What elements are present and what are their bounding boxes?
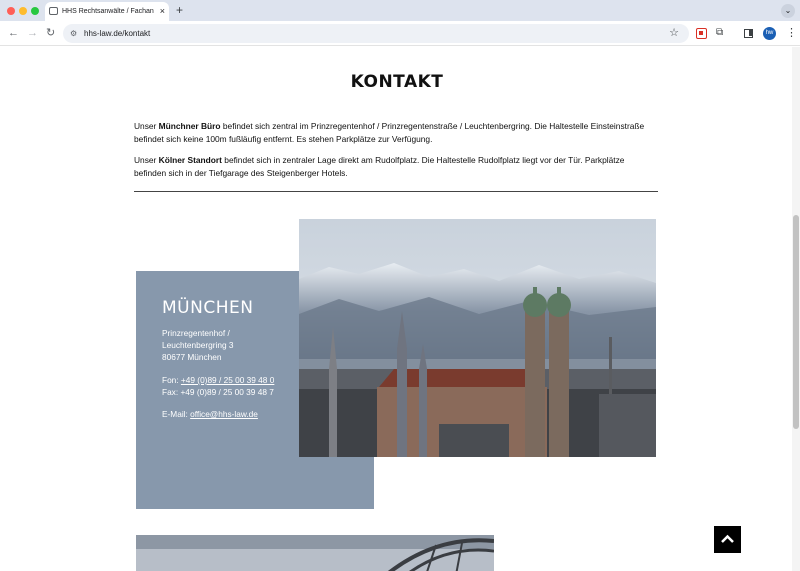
reload-icon[interactable]: ↻	[46, 26, 55, 40]
extension-icon[interactable]	[696, 28, 707, 39]
bridge-image	[136, 535, 494, 571]
site-info-icon[interactable]: ⚙	[70, 28, 77, 39]
address-bar[interactable]: ⚙ hhs-law.de/kontakt ☆	[63, 24, 689, 43]
address-line: 80677 München	[162, 352, 222, 362]
city-heading: MÜNCHEN	[162, 298, 254, 318]
minimize-window-button[interactable]	[19, 7, 27, 15]
phone-link[interactable]: +49 (0)89 / 25 00 39 48 0	[181, 375, 274, 385]
maximize-window-button[interactable]	[31, 7, 39, 15]
munich-city-photo	[299, 219, 656, 457]
tab-search-button[interactable]: ⌄	[781, 4, 795, 18]
menu-icon[interactable]: ⋮	[786, 26, 797, 40]
cologne-office-paragraph: Unser Kölner Standort befindet sich in z…	[134, 155, 625, 178]
address-line: Prinzregentenhof /	[162, 328, 230, 338]
favicon-icon	[49, 7, 58, 15]
munich-office-paragraph: Unser Münchner Büro befindet sich zentra…	[134, 121, 645, 144]
side-panel-icon[interactable]	[744, 29, 753, 38]
tab-close-button[interactable]: ×	[160, 5, 165, 17]
browser-tabbar: HHS Rechtsanwälte / Fachanwälte × + ⌄	[0, 0, 800, 21]
page-scrollbar[interactable]	[792, 47, 800, 571]
cologne-bridge-photo	[136, 535, 494, 571]
phone-row: Fon: +49 (0)89 / 25 00 39 48 0	[162, 375, 275, 385]
email-link[interactable]: office@hhs-law.de	[190, 409, 258, 419]
browser-toolbar: ← → ↻ ⚙ hhs-law.de/kontakt ☆ ⧉ hw ⋮	[0, 21, 800, 46]
profile-avatar[interactable]: hw	[763, 27, 776, 40]
address-line: Leuchtenbergring 3	[162, 340, 234, 350]
scrollbar-thumb[interactable]	[793, 215, 799, 429]
fax-row: Fax: +49 (0)89 / 25 00 39 48 7	[162, 387, 274, 397]
email-row: E-Mail: office@hhs-law.de	[162, 409, 258, 419]
close-window-button[interactable]	[7, 7, 15, 15]
puzzle-icon[interactable]: ⧉	[716, 26, 723, 40]
scroll-to-top-button[interactable]	[714, 526, 741, 553]
browser-tab[interactable]: HHS Rechtsanwälte / Fachanwälte ×	[45, 2, 169, 21]
page-viewport: KONTAKT Unser Münchner Büro befindet sic…	[0, 47, 800, 571]
bookmark-star-icon[interactable]: ☆	[669, 26, 679, 40]
munich-skyline-image	[299, 219, 656, 457]
forward-icon[interactable]: →	[27, 26, 38, 40]
back-icon[interactable]: ←	[8, 26, 19, 40]
new-tab-button[interactable]: +	[176, 3, 183, 17]
divider	[134, 191, 658, 192]
url-text[interactable]: hhs-law.de/kontakt	[84, 28, 150, 39]
chevron-up-icon	[721, 534, 734, 543]
tab-title: HHS Rechtsanwälte / Fachanwälte	[62, 8, 154, 15]
page-title: KONTAKT	[350, 72, 444, 92]
